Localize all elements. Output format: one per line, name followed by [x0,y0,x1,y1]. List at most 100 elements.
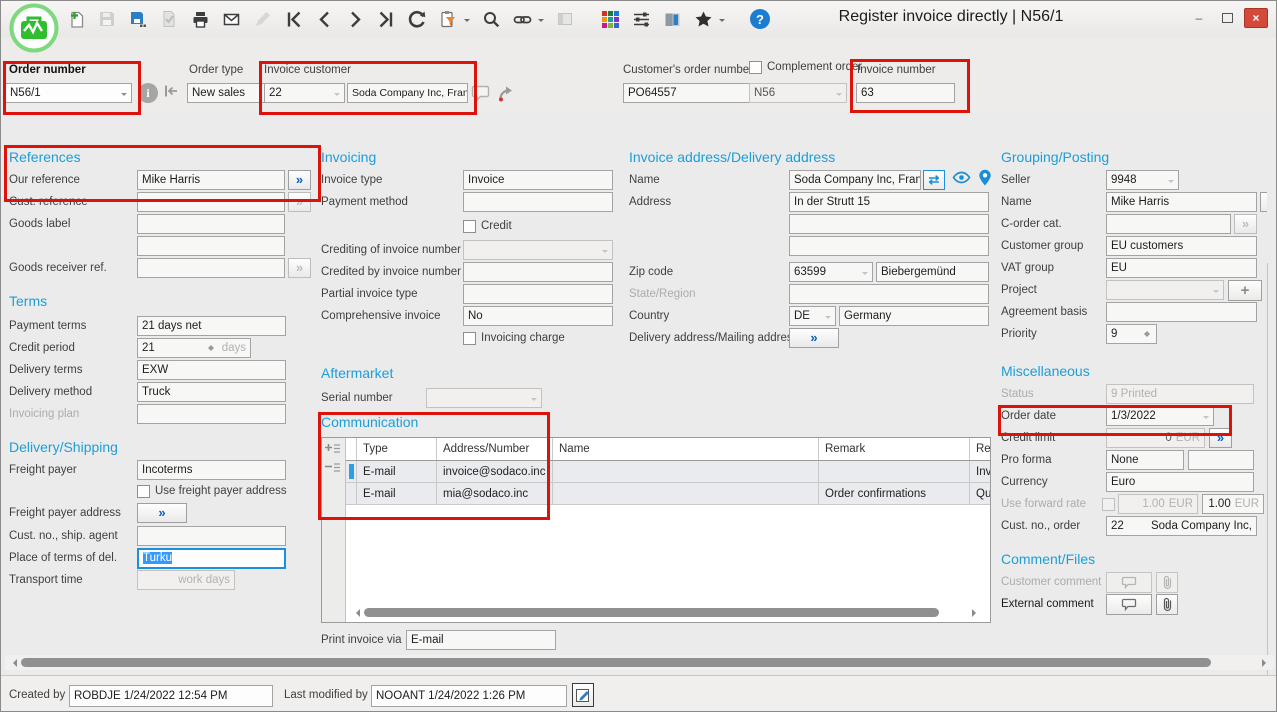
scroll-left-icon[interactable] [352,609,360,617]
color-settings-icon[interactable] [599,8,621,30]
swap-address-icon[interactable]: ⇄ [923,170,945,190]
scrollbar-thumb[interactable] [21,658,1211,667]
our-reference-lookup-button[interactable]: » [288,170,311,190]
zip-code-combo[interactable]: 63599 [789,262,873,282]
address-line3-field[interactable] [789,236,989,256]
favorites-caret-icon[interactable] [719,19,725,25]
external-attachment-icon[interactable] [1156,594,1178,615]
email-icon[interactable] [220,8,242,30]
previous-record-icon[interactable] [313,8,335,30]
agreement-basis-field[interactable] [1106,302,1257,322]
spinner-icon[interactable] [1142,328,1152,340]
col-type[interactable]: Type [357,438,437,460]
communication-scrollbar[interactable] [348,605,984,620]
invoice-type-field[interactable]: Invoice [463,170,613,190]
scroll-right-icon[interactable] [972,609,980,617]
add-row-icon[interactable] [323,441,342,457]
delivery-mailing-button[interactable]: » [789,328,839,348]
next-record-icon[interactable] [344,8,366,30]
pro-forma-field[interactable]: None [1106,450,1184,470]
order-number-combo[interactable]: N56/1 [5,83,132,103]
copy-filter-caret-icon[interactable] [464,19,470,25]
reports-icon[interactable] [661,8,683,30]
payment-method-field[interactable] [463,192,613,212]
comprehensive-field[interactable]: No [463,306,613,326]
customers-order-number-field[interactable]: PO64557 [623,83,761,103]
info-icon[interactable]: i [138,83,158,103]
dropdown-arrow-icon[interactable] [1203,416,1209,422]
dropdown-arrow-icon[interactable] [862,272,868,278]
c-order-cat-field[interactable] [1106,214,1231,234]
new-document-icon[interactable] [65,8,87,30]
invoice-customer-code-combo[interactable]: 22 [264,83,345,103]
credit-period-stepper[interactable]: 21days [137,338,251,358]
eye-icon[interactable] [952,170,971,190]
goods-label-field-2[interactable] [137,236,285,256]
country-code-combo[interactable]: DE [789,306,836,326]
copy-with-filter-icon[interactable] [437,8,459,30]
delete-row-icon[interactable] [323,460,342,476]
goods-label-field[interactable] [137,214,285,234]
our-reference-field[interactable]: Mike Harris [137,170,285,190]
print-invoice-via-field[interactable]: E-mail [406,630,556,650]
invoicing-charge-checkbox[interactable] [463,332,476,345]
main-scrollbar[interactable] [5,655,1274,670]
maximize-button[interactable] [1216,9,1238,27]
goods-receiver-field[interactable] [137,258,285,278]
order-date-combo[interactable]: 1/3/2022 [1106,406,1214,426]
communication-row-2[interactable]: E-mail mia@sodaco.inc Order confirmation… [346,483,990,505]
goto-customer-icon[interactable] [497,85,514,106]
seller-name-field[interactable]: Mike Harris [1106,192,1257,212]
place-of-terms-field[interactable]: Turku [137,548,286,569]
print-icon[interactable] [189,8,211,30]
priority-stepper[interactable]: 9 [1106,324,1157,344]
scrollbar-thumb[interactable] [364,608,939,617]
link-icon[interactable] [511,8,533,30]
sign-icon[interactable] [251,8,273,30]
col-recipient[interactable]: Recipient [970,438,990,460]
dropdown-arrow-icon[interactable] [334,93,340,99]
payment-terms-field[interactable]: 21 days net [137,316,286,336]
scroll-right-icon[interactable] [1262,659,1270,667]
freight-payer-address-button[interactable]: » [137,503,187,523]
delivery-terms-field[interactable]: EXW [137,360,286,380]
dropdown-arrow-icon[interactable] [1168,180,1174,186]
first-record-icon[interactable] [282,8,304,30]
link-caret-icon[interactable] [538,19,544,25]
approve-document-icon[interactable] [158,8,180,30]
address-line2-field[interactable] [789,214,989,234]
last-record-icon[interactable] [375,8,397,30]
dropdown-arrow-icon[interactable] [121,93,127,99]
address-name-field[interactable]: Soda Company Inc, Frankfurt [789,170,921,190]
search-icon[interactable] [480,8,502,30]
cust-no-order-field[interactable]: 22Soda Company Inc, [1106,516,1257,536]
favorites-icon[interactable] [692,8,714,30]
address-line1-field[interactable]: In der Strutt 15 [789,192,989,212]
pro-forma-field-2[interactable] [1188,450,1254,470]
delivery-method-field[interactable]: Truck [137,382,286,402]
communication-row-1[interactable]: E-mail invoice@sodaco.inc Invoice [346,461,990,483]
save-as-icon[interactable] [127,8,149,30]
display-settings-icon[interactable] [630,8,652,30]
col-address-number[interactable]: Address/Number [437,438,553,460]
freight-payer-field[interactable]: Incoterms [137,460,286,480]
customer-comment-bubble-icon[interactable] [471,84,490,105]
help-icon[interactable]: ? [749,8,771,30]
credit-checkbox[interactable] [463,220,476,233]
minimize-button[interactable]: – [1188,9,1210,27]
vat-group-field[interactable]: EU [1106,258,1257,278]
spinner-icon[interactable] [206,342,216,354]
seller-combo[interactable]: 9948 [1106,170,1179,190]
city-field[interactable]: Biebergemünd [876,262,989,282]
complement-order-checkbox[interactable] [749,61,762,74]
save-icon[interactable] [96,8,118,30]
add-project-icon[interactable]: + [1228,280,1262,301]
refresh-icon[interactable] [406,8,428,30]
ship-agent-field[interactable] [137,526,286,546]
col-name[interactable]: Name [553,438,819,460]
use-freight-payer-address-checkbox[interactable] [137,485,150,498]
credit-limit-button[interactable]: » [1209,428,1232,448]
customer-group-field[interactable]: EU customers [1106,236,1257,256]
map-pin-icon[interactable] [978,169,992,191]
col-remark[interactable]: Remark [819,438,970,460]
